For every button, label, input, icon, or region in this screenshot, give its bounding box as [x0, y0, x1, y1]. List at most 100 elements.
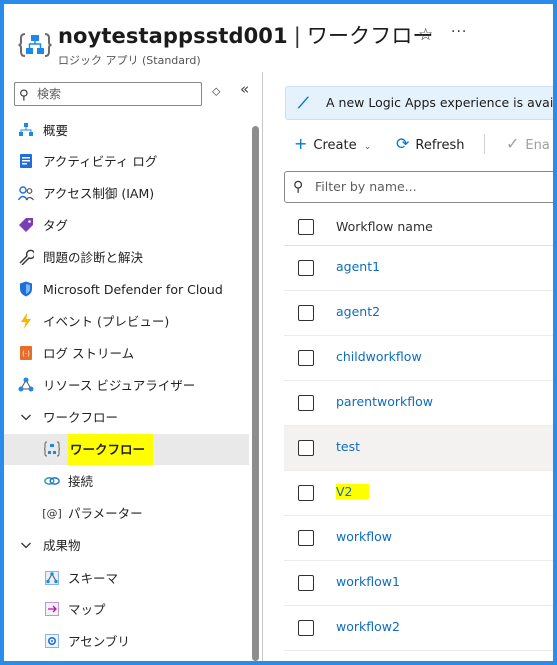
collapse-sidebar-icon[interactable]: «: [240, 80, 249, 98]
sidebar-item-connections[interactable]: 接続: [4, 466, 249, 497]
shield-icon: [18, 281, 34, 297]
workflow-link[interactable]: workflow2: [336, 619, 400, 634]
sidebar-item-label: ログ ストリーム: [43, 346, 135, 361]
sidebar-item-label: イベント (プレビュー): [43, 314, 170, 329]
workflow-link[interactable]: test: [336, 439, 360, 454]
overview-icon: [18, 122, 34, 138]
row-checkbox[interactable]: [298, 485, 314, 501]
sidebar-item-overview[interactable]: 概要: [4, 115, 249, 146]
search-icon: ⚲: [293, 179, 304, 195]
row-checkbox[interactable]: [298, 440, 314, 456]
table-row[interactable]: workflow: [284, 516, 553, 561]
sidebar-item-log-stream[interactable]: (·) ログ ストリーム: [4, 338, 249, 369]
toolbar-divider: [484, 134, 485, 154]
table-row[interactable]: agent1: [284, 246, 553, 291]
parameter-icon: [@]: [42, 506, 62, 520]
workflow-link[interactable]: childworkflow: [336, 349, 422, 364]
log-stream-icon: (·): [18, 345, 34, 361]
favorite-star-icon[interactable]: ☆: [418, 25, 433, 45]
workflow-icon: [44, 441, 60, 457]
sidebar-item-diagnose[interactable]: 問題の診断と解決: [4, 242, 249, 273]
sidebar-item-defender[interactable]: Microsoft Defender for Cloud: [4, 274, 249, 305]
iam-icon: [18, 185, 34, 201]
row-checkbox[interactable]: [298, 260, 314, 276]
plus-icon: +: [294, 134, 308, 153]
sidebar-item-events[interactable]: イベント (プレビュー): [4, 306, 249, 337]
workflow-link[interactable]: agent1: [336, 259, 380, 274]
table-row[interactable]: workflow2: [284, 606, 553, 651]
search-icon: ⚲: [19, 88, 29, 103]
svg-text:(·): (·): [22, 350, 30, 358]
rocket-icon: ⟋: [298, 94, 309, 112]
tag-icon: [18, 217, 34, 233]
sidebar-item-resource-visualizer[interactable]: リソース ビジュアライザー: [4, 370, 249, 401]
banner-text: A new Logic Apps experience is avai: [326, 95, 553, 110]
schema-icon: [44, 570, 60, 586]
sidebar-item-assemblies[interactable]: アセンブリ: [4, 626, 249, 657]
row-checkbox[interactable]: [298, 620, 314, 636]
sidebar-item-label: パラメーター: [68, 506, 143, 521]
row-checkbox[interactable]: [298, 575, 314, 591]
info-banner[interactable]: ⟋ A new Logic Apps experience is avai: [285, 86, 553, 120]
sidebar-item-label: アセンブリ: [68, 634, 130, 649]
workflow-link[interactable]: workflow: [336, 529, 392, 544]
sidebar-item-label: リソース ビジュアライザー: [43, 378, 196, 393]
sidebar-item-schemas[interactable]: スキーマ: [4, 563, 249, 594]
sidebar-group-artifacts[interactable]: 成果物: [4, 530, 249, 561]
sidebar-group-label: 成果物: [43, 538, 81, 553]
more-options-icon[interactable]: ···: [451, 24, 467, 40]
create-label: Create: [313, 138, 357, 153]
page-title: noytestappsstd001 | ワークフロー: [58, 20, 434, 50]
workflow-link[interactable]: workflow1: [336, 574, 400, 589]
sidebar-item-tags[interactable]: タグ: [4, 210, 249, 241]
title-separator: |: [293, 24, 301, 48]
refresh-label: Refresh: [415, 138, 465, 153]
select-all-checkbox[interactable]: [298, 219, 314, 235]
workflow-link[interactable]: V2: [336, 484, 369, 499]
sidebar-item-label: 接続: [68, 474, 94, 489]
sidebar-item-label: タグ: [43, 218, 69, 233]
column-header-workflow-name[interactable]: Workflow name: [336, 219, 433, 234]
assembly-icon: [44, 633, 60, 649]
workflow-link[interactable]: parentworkflow: [336, 394, 433, 409]
sidebar-item-label: アクティビティ ログ: [43, 154, 158, 169]
sidebar-item-parameters[interactable]: [@] パラメーター: [4, 498, 249, 529]
sidebar-group-label: ワークフロー: [43, 410, 119, 425]
table-row[interactable]: parentworkflow: [284, 381, 553, 426]
create-button[interactable]: + Create ⌄: [294, 130, 371, 161]
filter-input[interactable]: ⚲ Filter by name...: [284, 171, 553, 203]
sidebar-item-iam[interactable]: アクセス制御 (IAM): [4, 178, 249, 209]
enable-button[interactable]: ✓ Ena: [506, 130, 550, 160]
table-row[interactable]: workflow1: [284, 561, 553, 606]
page-name: ワークフロー: [306, 24, 434, 48]
table-row[interactable]: agent2: [284, 291, 553, 336]
expand-collapse-icon[interactable]: ⬦: [212, 84, 220, 99]
sidebar-item-label: マップ: [68, 602, 106, 617]
resource-name: noytestappsstd001: [58, 24, 288, 48]
filter-placeholder: Filter by name...: [315, 179, 417, 194]
row-checkbox[interactable]: [298, 305, 314, 321]
activity-log-icon: [18, 153, 34, 169]
link-icon: [44, 473, 60, 489]
refresh-button[interactable]: ⟳ Refresh: [396, 130, 465, 160]
row-checkbox[interactable]: [298, 350, 314, 366]
sidebar-item-workflows[interactable]: ワークフロー: [4, 434, 249, 465]
sidebar-item-label: ワークフロー: [68, 434, 154, 465]
sidebar-group-workflow[interactable]: ワークフロー: [4, 402, 249, 433]
sidebar-item-activity-log[interactable]: アクティビティ ログ: [4, 146, 249, 177]
sidebar-item-label: スキーマ: [68, 571, 119, 586]
wrench-icon: [18, 249, 34, 265]
pane-divider: [262, 72, 263, 661]
row-checkbox[interactable]: [298, 395, 314, 411]
lightning-icon: [18, 313, 34, 329]
row-checkbox[interactable]: [298, 530, 314, 546]
table-row[interactable]: test: [284, 426, 553, 471]
sidebar-item-maps[interactable]: マップ: [4, 594, 249, 625]
chevron-down-icon: [18, 409, 34, 425]
sidebar-scrollbar[interactable]: [252, 126, 259, 661]
sidebar-search-input[interactable]: ⚲ 検索: [14, 82, 202, 106]
table-row[interactable]: childworkflow: [284, 336, 553, 381]
checkmark-icon: ✓: [506, 134, 520, 153]
workflow-link[interactable]: agent2: [336, 304, 380, 319]
table-row[interactable]: V2: [284, 471, 553, 516]
